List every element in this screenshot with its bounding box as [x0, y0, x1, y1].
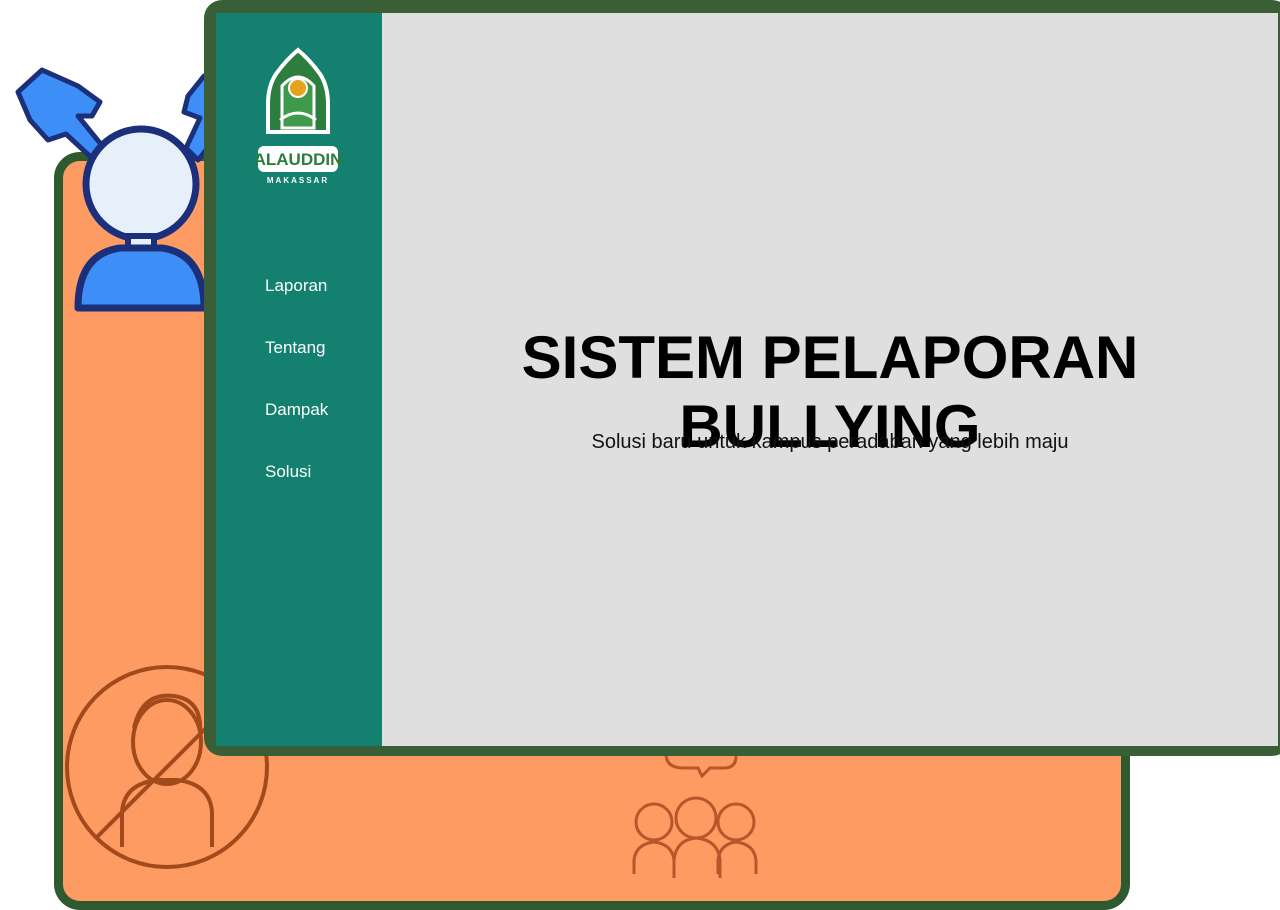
nav-item-dampak[interactable]: Dampak: [265, 398, 328, 460]
svg-text:MAKASSAR: MAKASSAR: [267, 176, 329, 185]
svg-text:ALAUDDIN: ALAUDDIN: [254, 150, 343, 169]
nav-item-tentang[interactable]: Tentang: [265, 336, 328, 398]
nav-item-solusi[interactable]: Solusi: [265, 460, 328, 522]
nav-item-laporan[interactable]: Laporan: [265, 274, 328, 336]
app-window-frame: ALAUDDIN MAKASSAR Laporan Tentang Dampak…: [204, 0, 1280, 756]
bullied-person-icon: [15, 67, 228, 312]
logo-emblem-icon: ALAUDDIN MAKASSAR: [254, 47, 343, 185]
sidebar: ALAUDDIN MAKASSAR Laporan Tentang Dampak…: [216, 13, 382, 746]
sidebar-nav: Laporan Tentang Dampak Solusi: [265, 274, 328, 522]
page-subtitle: Solusi baru untuk kampus peradaban yang …: [591, 431, 1069, 453]
app-window: ALAUDDIN MAKASSAR Laporan Tentang Dampak…: [216, 13, 1278, 746]
complaining-group-icon: [632, 742, 758, 878]
main-content: SISTEM PELAPORAN BULLYING Solusi baru un…: [382, 13, 1278, 746]
